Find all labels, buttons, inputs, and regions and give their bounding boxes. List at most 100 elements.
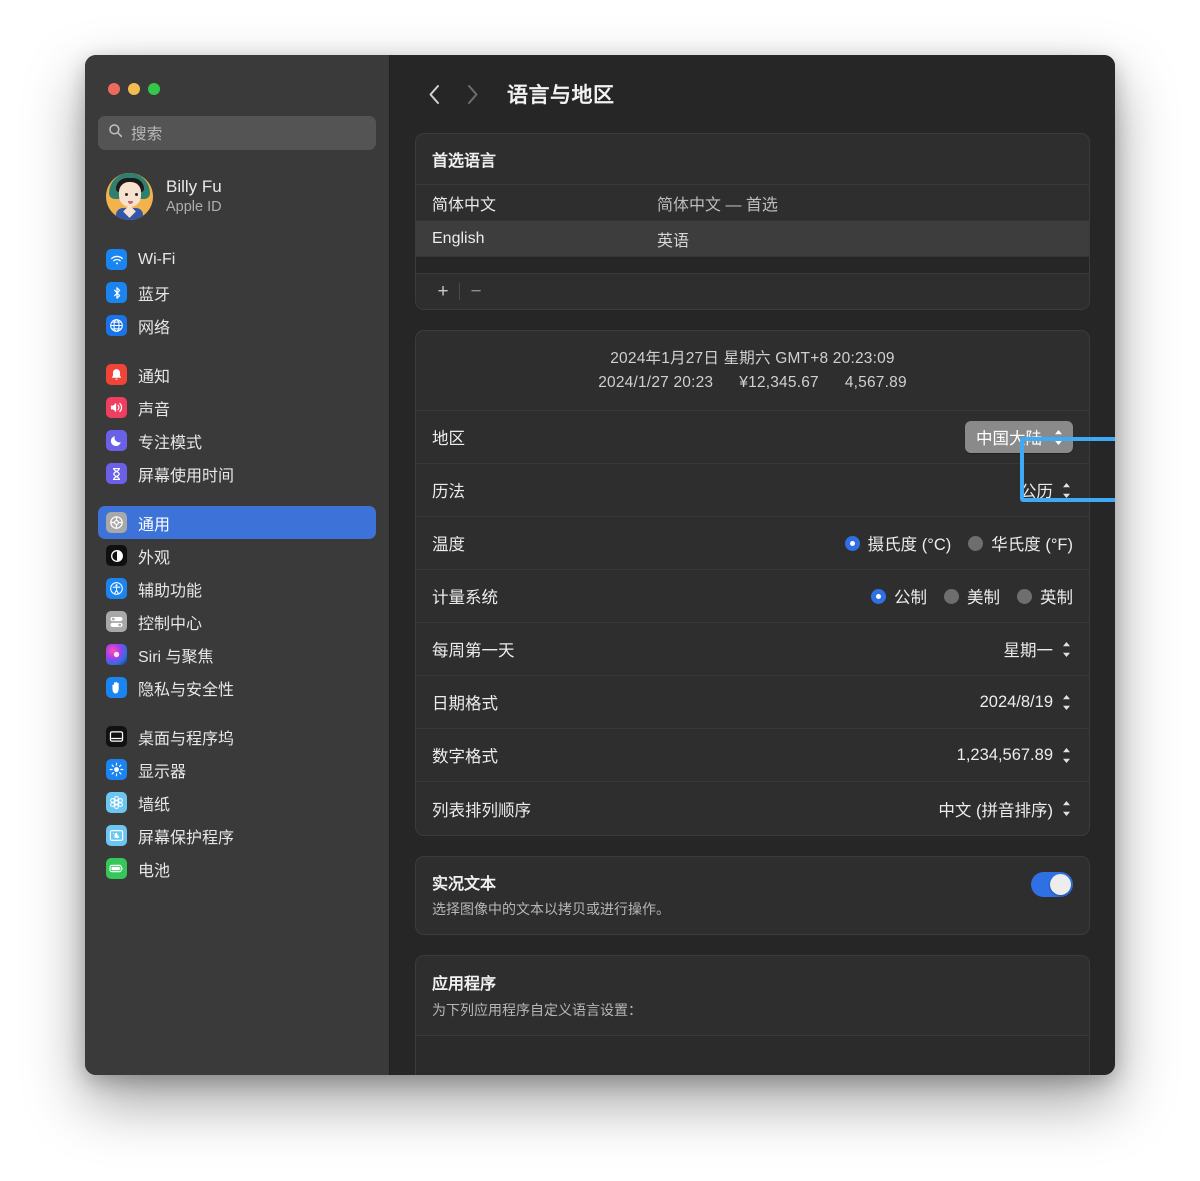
sidebar-item-screen-time-hourglass[interactable]: 屏幕使用时间 (98, 457, 376, 490)
back-button[interactable] (415, 75, 453, 113)
nav-group-separator (98, 490, 376, 506)
setting-control: 摄氏度 (°C) 华氏度 (°F) (844, 531, 1073, 555)
preview-number: 4,567.89 (844, 374, 907, 392)
toolbar: 语言与地区 (390, 55, 1115, 133)
setting-row-popup: 数字格式 1,234,567.89 (416, 729, 1089, 783)
sidebar-item-label: 辅助功能 (138, 582, 203, 600)
screensaver-icon (106, 825, 127, 846)
radio-button-icon[interactable] (1017, 588, 1032, 604)
setting-label: 列表排列顺序 (432, 801, 531, 820)
setting-control: 公历 (1020, 478, 1073, 502)
add-language-button[interactable]: + (430, 280, 456, 304)
system-settings-window: 搜索 Billy Fu Apple ID Wi-Fi 蓝牙网络通知声音专注模式屏幕… (85, 55, 1115, 1075)
language-row[interactable]: 简体中文 简体中文 — 首选 (416, 185, 1089, 221)
popup-button[interactable]: 1,234,567.89 (957, 745, 1073, 765)
sidebar-item-label: 网络 (138, 319, 171, 337)
applications-title: 应用程序 (432, 976, 497, 994)
stepper-arrows-icon (1052, 427, 1065, 447)
sidebar-item-displays-brightness[interactable]: 显示器 (98, 753, 376, 786)
notifications-bell-icon (106, 364, 127, 385)
live-text-toggle[interactable] (1031, 872, 1073, 898)
radio-option-label: 华氏度 (°F) (991, 536, 1073, 555)
sidebar-item-label: 外观 (138, 549, 171, 567)
format-preview: 2024年1月27日 星期六 GMT+8 20:23:09 2024/1/27 … (416, 331, 1089, 412)
minimize-button[interactable] (128, 83, 140, 95)
radio-button-icon[interactable] (968, 535, 984, 551)
sidebar-item-control-center[interactable]: 控制中心 (98, 605, 376, 638)
setting-control: 中国大陆 (965, 421, 1073, 454)
focus-moon-icon (106, 430, 127, 451)
sidebar-item-siri[interactable]: Siri 与聚焦 (98, 638, 376, 671)
sidebar-item-notifications-bell[interactable]: 通知 (98, 358, 376, 391)
popup-value: 中文 (拼音排序) (938, 801, 1053, 820)
setting-row-popup: 列表排列顺序 中文 (拼音排序) (416, 782, 1089, 835)
language-description: 英语 (657, 232, 690, 250)
radio-button-icon[interactable] (844, 535, 860, 551)
live-text-title: 实况文本 (432, 876, 497, 894)
popup-button[interactable]: 中国大陆 (965, 421, 1073, 454)
privacy-hand-icon (106, 677, 127, 698)
setting-label: 数字格式 (432, 748, 498, 767)
sidebar-item-battery[interactable]: 电池 (98, 852, 376, 885)
popup-value: 中国大陆 (976, 430, 1042, 449)
popup-button[interactable]: 公历 (1020, 478, 1073, 502)
close-button[interactable] (108, 83, 120, 95)
region-formats-card: 2024年1月27日 星期六 GMT+8 20:23:09 2024/1/27 … (415, 330, 1090, 837)
language-row[interactable]: English 英语 (416, 221, 1089, 257)
preview-values: 2024/1/27 20:23 ¥12,345.67 4,567.89 (416, 371, 1089, 395)
sidebar-item-label: 声音 (138, 401, 171, 419)
appearance-contrast-icon (106, 545, 127, 566)
setting-row-popup: 每周第一天 星期一 (416, 623, 1089, 677)
general-gear-icon (106, 512, 127, 533)
sidebar-item-label: 专注模式 (138, 434, 203, 452)
setting-control: 2024/8/19 (980, 692, 1073, 712)
sidebar-item-bluetooth[interactable]: 蓝牙 (98, 276, 376, 309)
sidebar-item-privacy-hand[interactable]: 隐私与安全性 (98, 671, 376, 704)
sidebar-item-desktop-dock[interactable]: 桌面与程序坞 (98, 720, 376, 753)
sidebar-item-network-globe[interactable]: 网络 (98, 309, 376, 342)
sidebar-item-wallpaper-flower[interactable]: 墙纸 (98, 786, 376, 819)
popup-button[interactable]: 中文 (拼音排序) (938, 797, 1073, 821)
control-center-icon (106, 611, 127, 632)
wallpaper-flower-icon (106, 792, 127, 813)
sidebar-item-wifi[interactable]: Wi-Fi (98, 243, 376, 276)
preferred-languages-header: 首选语言 (416, 134, 1089, 185)
sidebar-item-focus-moon[interactable]: 专注模式 (98, 424, 376, 457)
sidebar-item-appearance-contrast[interactable]: 外观 (98, 539, 376, 572)
radio-option[interactable]: 摄氏度 (°C) (844, 531, 951, 555)
radio-button-icon[interactable] (871, 588, 886, 604)
radio-option[interactable]: 美制 (944, 584, 1000, 608)
radio-option[interactable]: 华氏度 (°F) (968, 531, 1073, 555)
apple-id-account-item[interactable]: Billy Fu Apple ID (98, 167, 376, 226)
applications-list[interactable] (416, 1036, 1089, 1075)
stepper-arrows-icon (1060, 639, 1073, 659)
sidebar-item-label: 显示器 (138, 763, 187, 781)
applications-card: 应用程序 为下列应用程序自定义语言设置： + − (415, 955, 1090, 1075)
radio-option-label: 英制 (1040, 589, 1073, 608)
radio-button-icon[interactable] (944, 588, 959, 604)
setting-label: 地区 (432, 430, 465, 449)
remove-language-button[interactable]: − (463, 280, 489, 304)
sidebar-item-sound-speaker[interactable]: 声音 (98, 391, 376, 424)
sidebar-item-accessibility[interactable]: 辅助功能 (98, 572, 376, 605)
languages-add-remove-bar: + − (416, 273, 1089, 309)
popup-button[interactable]: 星期一 (1004, 637, 1074, 661)
language-name: 简体中文 (432, 196, 497, 214)
forward-button[interactable] (453, 75, 491, 113)
stepper-arrows-icon (1060, 745, 1073, 765)
zoom-button[interactable] (148, 83, 160, 95)
setting-label: 日期格式 (432, 695, 498, 714)
setting-label: 计量系统 (432, 589, 498, 608)
stepper-arrows-icon (1060, 692, 1073, 712)
radio-option[interactable]: 英制 (1017, 584, 1073, 608)
sidebar-item-general-gear[interactable]: 通用 (98, 506, 376, 539)
sidebar-item-label: 屏幕使用时间 (138, 467, 235, 485)
sidebar-item-screensaver[interactable]: 屏幕保护程序 (98, 819, 376, 852)
sidebar-item-label: 蓝牙 (138, 286, 171, 304)
search-input[interactable]: 搜索 (98, 116, 376, 150)
radio-option[interactable]: 公制 (871, 584, 927, 608)
setting-control: 中文 (拼音排序) (938, 797, 1073, 821)
radio-option-label: 公制 (894, 589, 927, 608)
popup-button[interactable]: 2024/8/19 (980, 692, 1073, 712)
language-name: English (432, 229, 485, 247)
